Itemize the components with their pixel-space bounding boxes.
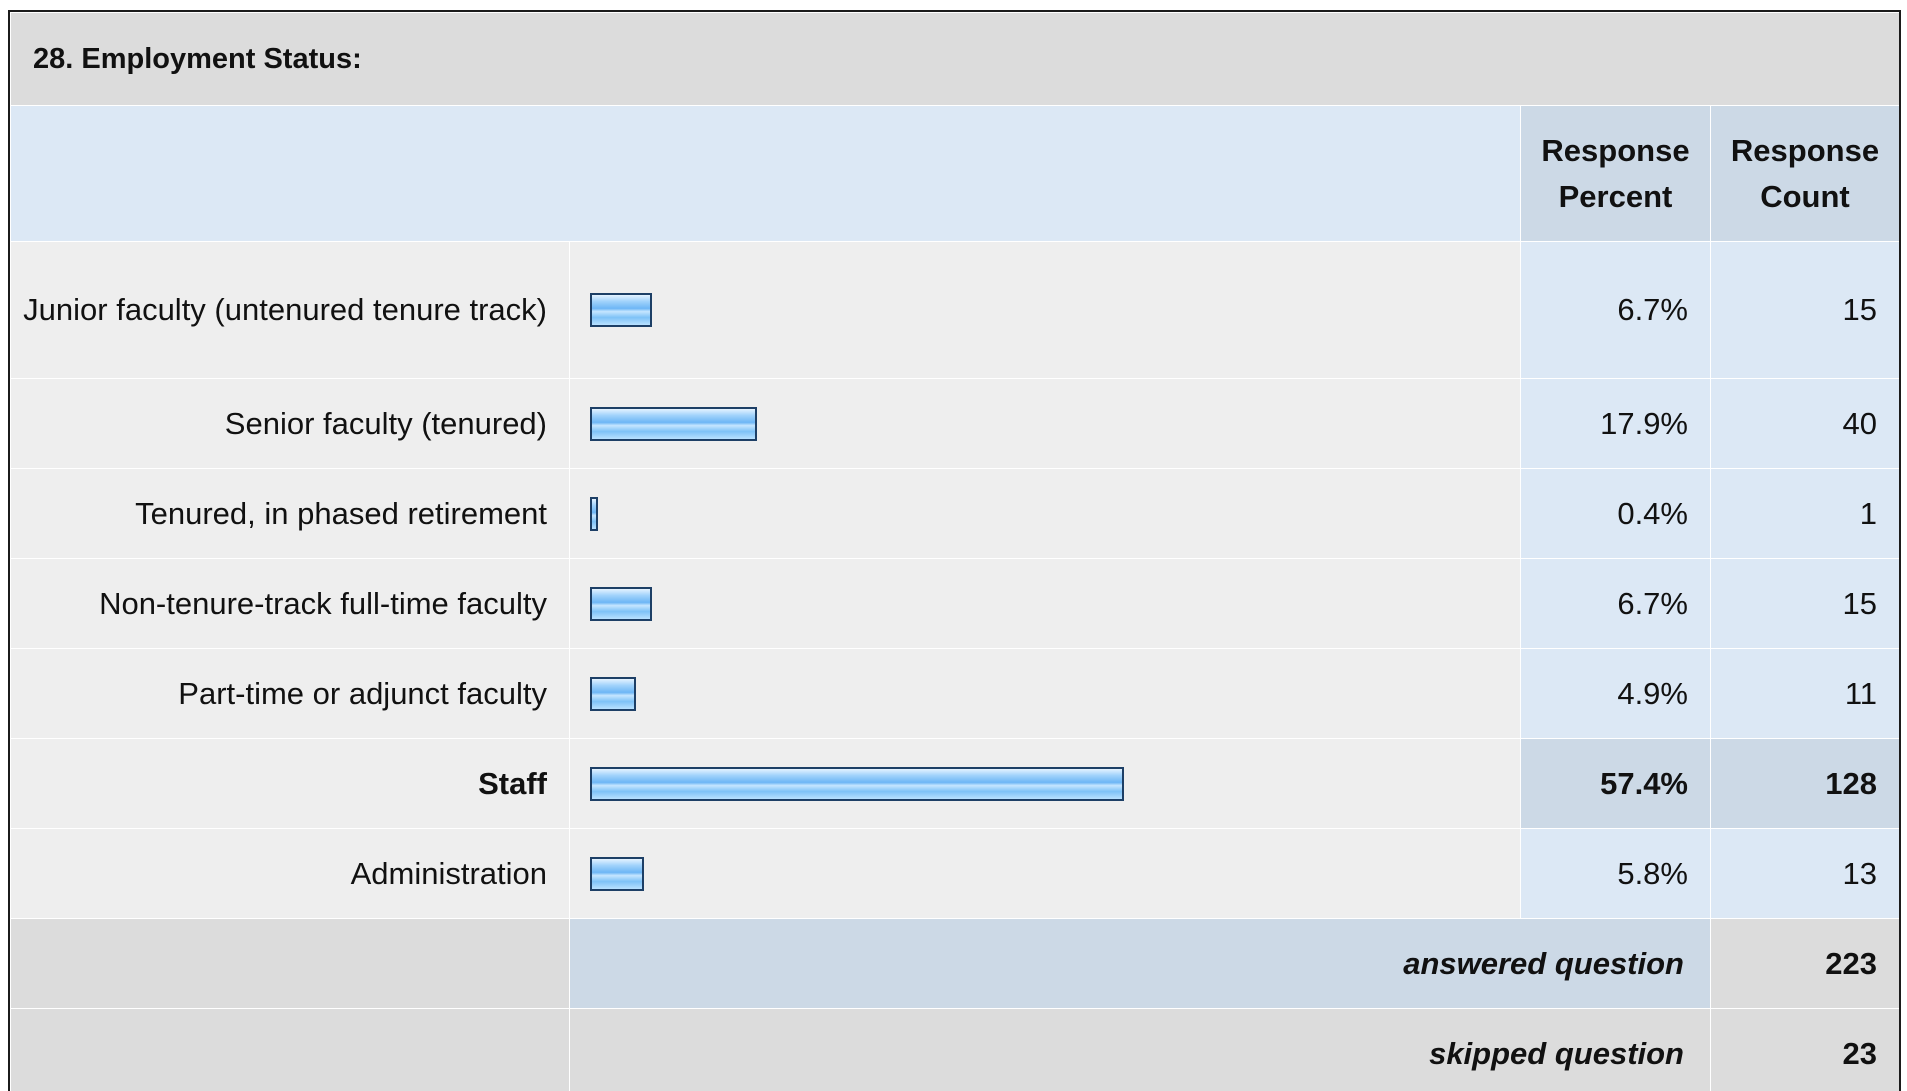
response-percent-value: 5.8% <box>1520 828 1711 919</box>
response-percent-value: 6.7% <box>1520 558 1711 649</box>
answered-question-count: 223 <box>1710 918 1899 1009</box>
bar <box>590 586 652 621</box>
survey-question-table: 28. Employment Status: Response Percent … <box>8 10 1901 1091</box>
bar-cell <box>569 828 1521 919</box>
bar <box>590 406 757 441</box>
table-row: Non-tenure-track full-time faculty 6.7% 15 <box>10 558 1899 649</box>
category-label: Administration <box>10 828 570 919</box>
category-label: Non-tenure-track full-time faculty <box>10 558 570 649</box>
bar-cell <box>569 648 1521 739</box>
response-percent-value: 0.4% <box>1520 468 1711 559</box>
category-label: Staff <box>10 738 570 829</box>
bar <box>590 293 652 327</box>
category-label: Junior faculty (untenured tenure track) <box>10 241 570 379</box>
table-row: Tenured, in phased retirement 0.4% 1 <box>10 468 1899 559</box>
response-count-value: 15 <box>1710 558 1899 649</box>
bar <box>590 676 636 711</box>
response-count-value: 1 <box>1710 468 1899 559</box>
response-count-value: 128 <box>1710 738 1899 829</box>
bar <box>590 856 644 891</box>
category-label: Senior faculty (tenured) <box>10 378 570 469</box>
table-row: Senior faculty (tenured) 17.9% 40 <box>10 378 1899 469</box>
bar-cell <box>569 738 1521 829</box>
header-blank <box>10 105 1521 242</box>
response-count-value: 13 <box>1710 828 1899 919</box>
bar <box>590 766 1124 801</box>
response-count-value: 15 <box>1710 241 1899 379</box>
table-row: Staff 57.4% 128 <box>10 738 1899 829</box>
response-count-header: Response Count <box>1710 105 1899 242</box>
response-count-value: 11 <box>1710 648 1899 739</box>
question-title: 28. Employment Status: <box>10 12 1899 106</box>
table-row: Junior faculty (untenured tenure track) 6… <box>10 241 1899 379</box>
results-table: 28. Employment Status: Response Percent … <box>10 12 1899 1091</box>
bar-cell <box>569 558 1521 649</box>
bar-cell <box>569 241 1521 379</box>
answered-row: answered question 223 <box>10 918 1899 1009</box>
response-percent-value: 57.4% <box>1520 738 1711 829</box>
response-percent-value: 17.9% <box>1520 378 1711 469</box>
table-row: Part-time or adjunct faculty 4.9% 11 <box>10 648 1899 739</box>
skipped-row: skipped question 23 <box>10 1008 1899 1091</box>
category-label: Tenured, in phased retirement <box>10 468 570 559</box>
category-label: Part-time or adjunct faculty <box>10 648 570 739</box>
table-row: Administration 5.8% 13 <box>10 828 1899 919</box>
response-count-value: 40 <box>1710 378 1899 469</box>
response-percent-value: 6.7% <box>1520 241 1711 379</box>
answered-question-label: answered question <box>569 918 1711 1009</box>
skipped-question-count: 23 <box>1710 1008 1899 1091</box>
response-percent-value: 4.9% <box>1520 648 1711 739</box>
bar <box>590 496 598 531</box>
bar-cell <box>569 468 1521 559</box>
summary-blank <box>10 1008 570 1091</box>
summary-blank <box>10 918 570 1009</box>
bar-cell <box>569 378 1521 469</box>
response-percent-header: Response Percent <box>1520 105 1711 242</box>
skipped-question-label: skipped question <box>569 1008 1711 1091</box>
